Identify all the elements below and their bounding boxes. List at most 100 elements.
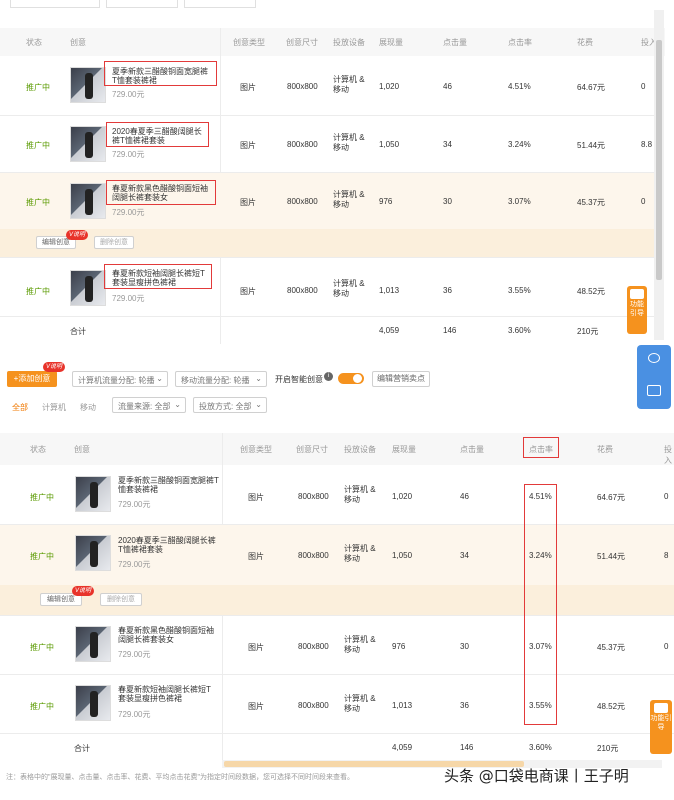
status-text: 推广中	[30, 552, 54, 561]
creative-title[interactable]: 夏季新款三醋酸铜面宽腿裤T恤套装裤裙	[118, 476, 222, 494]
total-row: 合计 4,059 146 3.60% 210元	[0, 734, 674, 760]
cell-extra: 0	[664, 492, 669, 501]
header-size[interactable]: 创意尺寸	[296, 444, 328, 455]
cell-ctr: 3.07%	[508, 197, 531, 206]
total-label: 合计	[70, 327, 86, 336]
cell-device: 计算机 & 移动	[344, 485, 376, 504]
ctr-column-highlight-box	[524, 484, 557, 725]
top-scrollbar-thumb[interactable]	[656, 40, 662, 280]
filter-tab-mobile[interactable]: 移动	[80, 402, 96, 413]
table-row: 推广中 夏季新款三醋酸铜面宽腿裤T恤套装裤裙 729.00元 图片 800x80…	[0, 57, 654, 115]
delivery-method-select[interactable]: 投放方式: 全部 ⌄	[193, 397, 267, 413]
delete-creative-button[interactable]: 删除创意	[100, 593, 142, 606]
status-text: 推广中	[26, 198, 50, 207]
top-scrollbar[interactable]	[654, 10, 664, 340]
cell-cost: 64.67元	[577, 83, 606, 92]
cell-extra: 8.8	[641, 140, 653, 149]
chat-icon	[648, 353, 660, 363]
status-text: 推广中	[30, 493, 54, 502]
cell-type: 图片	[248, 702, 264, 711]
creative-title[interactable]: 2020春夏季三醋酸阔腿长裤T恤裤裙套装	[118, 536, 218, 554]
cell-clicks: 46	[443, 82, 452, 91]
header-extra[interactable]: 投入	[664, 444, 674, 466]
status-text: 推广中	[30, 643, 54, 652]
edit-selling-points-button[interactable]: 编辑营销卖点	[372, 371, 430, 387]
mobile-traffic-select[interactable]: 移动流量分配: 轮播 ⌄	[175, 371, 267, 387]
status-text: 推广中	[26, 287, 50, 296]
message-icon	[647, 385, 661, 396]
function-guide-label: 功能引导	[650, 715, 672, 731]
cell-impressions: 1,050	[379, 140, 400, 149]
top-partial-controls	[0, 0, 674, 10]
pc-traffic-label: 计算机流量分配: 轮播	[78, 376, 155, 385]
cell-device: 计算机 & 移动	[344, 635, 376, 654]
add-creative-button[interactable]: +添加创意	[7, 371, 57, 387]
chevron-down-icon: ⌄	[156, 374, 163, 383]
help-badge[interactable]: V说明	[72, 586, 95, 596]
add-help-badge[interactable]: V说明	[43, 362, 66, 372]
header-type[interactable]: 创意类型	[240, 444, 272, 455]
header-clicks[interactable]: 点击量	[443, 37, 467, 48]
partial-control-2[interactable]	[106, 0, 178, 8]
table-row: 推广中 春夏新款黑色醋酸铜面短袖阔腿长裤套装女 729.00元 图片 800x8…	[0, 173, 654, 257]
header-type[interactable]: 创意类型	[233, 37, 265, 48]
cell-clicks: 34	[443, 140, 452, 149]
creative-thumbnail	[70, 183, 106, 219]
help-badge[interactable]: V说明	[66, 230, 89, 240]
header-device[interactable]: 投放设备	[333, 37, 365, 48]
cell-extra: 0	[641, 82, 646, 91]
cell-device: 计算机 & 移动	[333, 190, 365, 209]
header-clicks[interactable]: 点击量	[460, 444, 484, 455]
total-ctr: 3.60%	[508, 326, 531, 335]
creative-price: 729.00元	[118, 710, 151, 719]
traffic-source-select[interactable]: 流量来源: 全部 ⌄	[112, 397, 186, 413]
header-impressions[interactable]: 展现量	[392, 444, 416, 455]
cell-size: 800x800	[287, 140, 318, 149]
header-impressions[interactable]: 展现量	[379, 37, 403, 48]
cell-size: 800x800	[298, 701, 329, 710]
cell-size: 800x800	[298, 642, 329, 651]
creative-price: 729.00元	[118, 500, 151, 509]
header-ctr[interactable]: 点击率	[508, 37, 532, 48]
delete-creative-button[interactable]: 删除创意	[94, 236, 134, 249]
info-icon[interactable]: i	[324, 372, 333, 381]
cell-type: 图片	[248, 493, 264, 502]
title-highlight-box	[104, 264, 212, 289]
header-size[interactable]: 创意尺寸	[286, 37, 318, 48]
header-device[interactable]: 投放设备	[344, 444, 376, 455]
pc-traffic-select[interactable]: 计算机流量分配: 轮播 ⌄	[72, 371, 168, 387]
chevron-down-icon: ⌄	[174, 400, 181, 409]
cell-impressions: 1,050	[392, 551, 413, 560]
floating-help-widget[interactable]	[637, 345, 671, 409]
filter-tab-pc[interactable]: 计算机	[42, 402, 66, 413]
creative-title[interactable]: 春夏新款黑色醋酸铜面短袖阔腿长裤套装女	[118, 626, 218, 644]
bottom-table-header: 状态 创意 创意类型 创意尺寸 投放设备 展现量 点击量 点击率 花费 投入	[0, 433, 674, 465]
cell-device: 计算机 & 移动	[333, 75, 365, 94]
creative-thumbnail	[70, 126, 106, 162]
cell-clicks: 36	[443, 286, 452, 295]
header-creative: 创意	[70, 38, 86, 47]
table-row: 推广中 春夏新款黑色醋酸铜面短袖阔腿长裤套装女 729.00元 图片 800x8…	[0, 616, 674, 674]
top-table-header: 状态 创意 创意类型 创意尺寸 投放设备 展现量 点击量 点击率 花费 投入	[0, 28, 665, 56]
header-cost[interactable]: 花费	[597, 444, 613, 455]
cell-type: 图片	[240, 287, 256, 296]
header-status: 状态	[26, 38, 42, 47]
toggle-knob	[353, 374, 362, 383]
cell-type: 图片	[240, 198, 256, 207]
cell-device: 计算机 & 移动	[344, 694, 376, 713]
title-highlight-box	[106, 122, 209, 147]
creative-thumbnail	[75, 626, 111, 662]
partial-control-3[interactable]	[184, 0, 256, 8]
total-cost: 210元	[597, 744, 619, 753]
delivery-method-label: 投放方式: 全部	[199, 402, 252, 411]
partial-control-1[interactable]	[10, 0, 100, 8]
creative-thumbnail	[75, 476, 111, 512]
filter-tab-all[interactable]: 全部	[12, 402, 28, 413]
function-guide-label: 功能引导	[630, 301, 644, 317]
smart-creative-toggle[interactable]	[338, 373, 364, 384]
cell-extra: 0	[641, 197, 646, 206]
cell-clicks: 36	[460, 701, 469, 710]
creative-title[interactable]: 春夏新款短袖阔腿长裤短T套装显瘦拼色裤裙	[118, 685, 218, 703]
header-cost[interactable]: 花费	[577, 37, 593, 48]
total-clicks: 146	[460, 743, 474, 752]
